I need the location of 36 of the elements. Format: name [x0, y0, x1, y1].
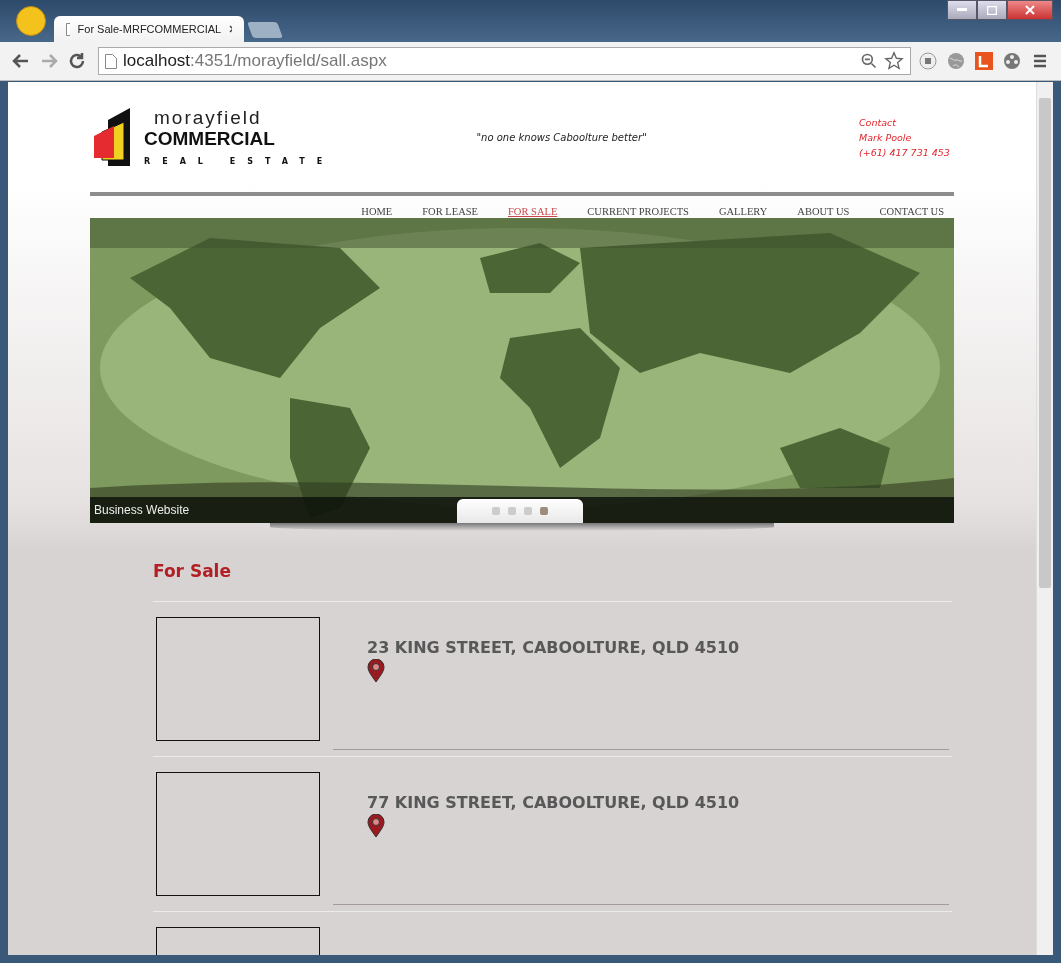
browser-tab[interactable]: For Sale-MRFCOMMERCIAL	[54, 16, 244, 42]
maximize-button[interactable]	[977, 0, 1007, 20]
star-icon[interactable]	[884, 51, 904, 71]
map-pin-icon	[367, 659, 385, 683]
nav-link[interactable]: CONTACT US	[879, 206, 944, 218]
banner-caption: Business Website	[94, 503, 190, 517]
extension-icon[interactable]	[973, 50, 995, 72]
zoom-icon[interactable]	[860, 52, 878, 70]
contact-text: Mark Poole	[859, 131, 913, 143]
close-button[interactable]	[1007, 0, 1053, 20]
logo-text: COMMERCIAL	[144, 128, 276, 150]
nav-link[interactable]: GALLERY	[718, 206, 768, 218]
globe-icon[interactable]	[945, 50, 967, 72]
listing-address[interactable]: 77 KING STREET, CABOOLTURE, QLD 4510	[367, 793, 740, 812]
nav-link[interactable]: ABOUT US	[797, 206, 850, 218]
minimize-button[interactable]	[947, 0, 977, 20]
nav-link[interactable]: CURRENT PROJECTS	[587, 206, 689, 218]
logo-text: REAL ESTATE	[144, 157, 335, 167]
contact-text: (+61) 417 731 453	[859, 146, 951, 158]
nav-link[interactable]: FOR SALE	[508, 206, 558, 218]
logo-text: morayfield	[154, 107, 263, 129]
stop-icon[interactable]	[917, 50, 939, 72]
address-bar[interactable]: localhost:4351/morayfield/sall.aspx	[98, 47, 911, 75]
listing-address[interactable]: 23 KING STREET, CABOOLTURE, QLD 4510	[367, 638, 740, 657]
contact-text: Contact	[859, 116, 897, 128]
nav-link[interactable]: FOR LEASE	[422, 206, 478, 218]
maximize-icon	[987, 5, 997, 15]
film-reel-icon[interactable]	[1001, 50, 1023, 72]
map-pin-icon	[367, 814, 385, 838]
scrollbar-thumb[interactable]	[1039, 98, 1051, 588]
tagline: "no one knows Caboolture better"	[476, 131, 647, 143]
section-title: For Sale	[153, 561, 232, 583]
emoji-icon	[16, 6, 46, 36]
new-tab-button[interactable]	[247, 22, 283, 38]
minimize-icon	[957, 8, 967, 12]
nav-link[interactable]: HOME	[361, 206, 393, 218]
